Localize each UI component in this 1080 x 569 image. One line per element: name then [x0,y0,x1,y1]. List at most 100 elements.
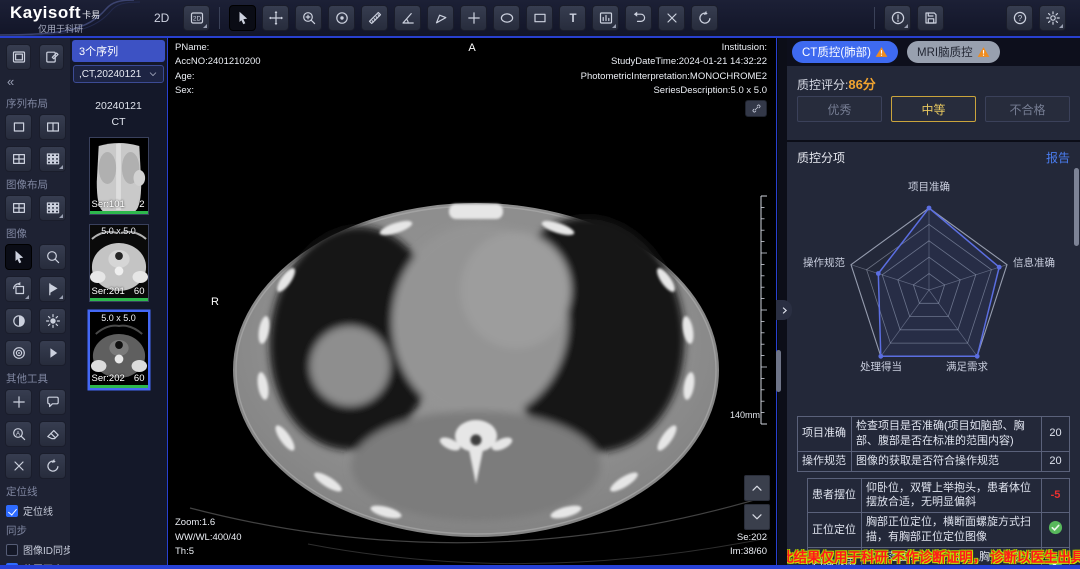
target-button[interactable] [5,340,32,366]
import-icon [44,49,60,65]
pointer-button[interactable] [229,5,256,31]
logo-cn-text: 卡易 [82,10,100,20]
help-button[interactable]: ? [1006,5,1033,31]
delete-button[interactable] [658,5,685,31]
thumbnail-series-label: Ser:202 [92,373,125,384]
image-viewport[interactable]: PName:AccNO:2401210200Age:Sex: Institusi… [167,38,777,565]
thumbnail-image-count: 2 [139,199,144,210]
text-button[interactable]: T [559,5,586,31]
scroll-up-button[interactable] [744,475,770,501]
window-level-button[interactable] [328,5,355,31]
image-window-button[interactable] [592,5,619,31]
panel-layout-button[interactable] [6,44,31,70]
layout-2x2-button[interactable] [5,146,32,172]
layout-3x3-icon [45,200,61,216]
locator-checkbox-row[interactable]: 定位线 [6,503,65,518]
ruler-icon [367,10,383,26]
ellipse-button[interactable] [493,5,520,31]
cobb-angle-icon [433,10,449,26]
sidebar-button-grid [5,195,65,221]
overlay-line: Sex: [175,84,261,98]
cobb-angle-button[interactable] [427,5,454,31]
study-info-overlay: Institusion:StudyDateTime:2024-01-21 14:… [581,41,767,98]
pointer-button[interactable] [5,244,32,270]
pan-button[interactable] [262,5,289,31]
pan-icon [268,10,284,26]
qc-tab-ct[interactable]: CT质控(肺部) [792,41,898,63]
delete-button[interactable] [5,453,32,479]
alert-button[interactable] [884,5,911,31]
layout-3x3-button[interactable] [39,146,66,172]
zoom-in-button[interactable] [295,5,322,31]
checkbox[interactable] [6,505,18,517]
qc-tab-mri[interactable]: MRI脑质控 [907,41,1000,63]
reset-button[interactable] [39,453,66,479]
checkbox[interactable] [6,544,18,556]
overlay-line: StudyDateTime:2024-01-21 14:32:22 [581,55,767,69]
import-button[interactable] [39,44,64,70]
panel-layout-icon [11,49,27,65]
scroll-down-button[interactable] [744,504,770,530]
warning-icon [875,46,888,58]
play-button[interactable] [39,340,66,366]
overlay-line: PhotometricInterpretation:MONOCHROME2 [581,70,767,84]
flag-button[interactable] [39,276,66,302]
tab-label: MRI脑质控 [917,44,973,60]
scale-ruler [754,194,768,426]
layout-2col-button[interactable] [39,114,66,140]
link-series-button[interactable] [745,100,767,117]
zoom-text-button[interactable]: A [5,421,32,447]
crosshair-button[interactable] [460,5,487,31]
svg-text:信息准确: 信息准确 [1013,256,1055,269]
series-thumbnail[interactable]: 5.0 x 5.0Ser:20260 [89,311,149,389]
eraser-button[interactable] [39,421,66,447]
reset-button[interactable] [691,5,718,31]
report-link[interactable]: 报告 [1046,149,1070,166]
thumbnail-image-count: 60 [134,373,145,384]
qc-panel-scrollbar-thumb[interactable] [1074,168,1079,246]
viewport-scrollbar-thumb[interactable] [776,350,781,392]
qc-score-value: 86分 [848,77,875,92]
undo-button[interactable] [625,5,652,31]
contrast-icon [11,313,27,329]
series-dropdown[interactable]: ,CT,20240121 [73,65,164,83]
rectangle-button[interactable] [526,5,553,31]
svg-text:项目准确: 项目准确 [908,180,950,193]
layout-2d-button[interactable]: 2D [183,5,210,31]
chevron-down-icon [749,509,765,525]
panel-expander-handle[interactable] [776,300,792,320]
qc-radar-chart: 项目准确信息准确满足需求处理得当操作规范 [787,168,1080,412]
ct-axial-image [168,38,777,565]
overlay-line: Th:5 [175,545,242,559]
save-button[interactable] [917,5,944,31]
grade-button[interactable]: 不合格 [985,96,1070,122]
bottom-accent-bar [0,565,1080,569]
reset-icon [697,10,713,26]
qc-main-table: 项目准确检查项目是否准确(项目如脑部、胸部、腹部是否在标准的范围内容)20操作规… [797,416,1070,472]
overlay-line: Institusion: [581,41,767,55]
layout-2x2-button[interactable] [5,195,32,221]
layout-3x3-button[interactable] [39,195,66,221]
brightness-icon [45,313,61,329]
contrast-button[interactable] [5,308,32,334]
grade-button[interactable]: 优秀 [797,96,882,122]
grade-button[interactable]: 中等 [891,96,976,122]
rotate-button[interactable] [5,276,32,302]
svg-text:2D: 2D [193,16,202,23]
ruler-scale-label: 140mm [730,410,760,420]
settings-button[interactable] [1039,5,1066,31]
series-thumbnail[interactable]: 5.0 x 5.0Ser:20160 [89,224,149,302]
collapse-sidebar-handle[interactable]: « [5,74,19,91]
crosshair-button[interactable] [5,389,32,415]
crosshair-icon [466,10,482,26]
angle-button[interactable] [394,5,421,31]
layout-2x2-icon [11,151,27,167]
layout-single-button[interactable] [5,114,32,140]
brightness-button[interactable] [39,308,66,334]
sync-checkbox-row[interactable]: 图像ID同步 [6,542,65,557]
series-thumbnail[interactable]: Ser:1012 [89,137,149,215]
magnifier-button[interactable] [39,244,66,270]
bubble-button[interactable] [39,389,66,415]
ruler-button[interactable] [361,5,388,31]
layout-2col-icon [45,119,61,135]
